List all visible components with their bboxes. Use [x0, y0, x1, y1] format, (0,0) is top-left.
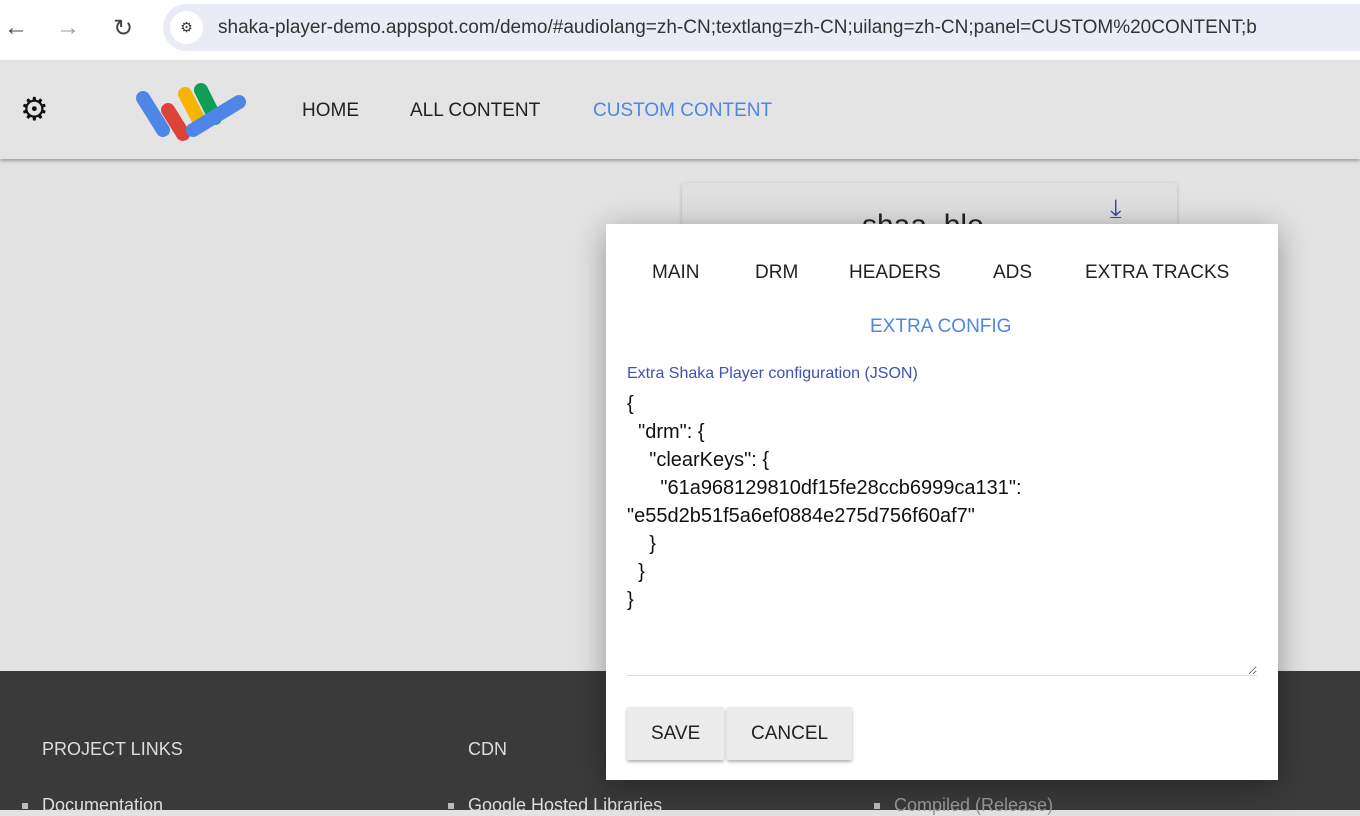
tab-main[interactable]: MAIN	[652, 262, 700, 284]
tab-extra-tracks[interactable]: EXTRA TRACKS	[1085, 262, 1229, 284]
tab-extra-config[interactable]: EXTRA CONFIG	[870, 316, 1011, 338]
tab-headers[interactable]: HEADERS	[849, 262, 941, 284]
footer-heading: CDN	[468, 739, 507, 759]
tab-custom-content[interactable]: CUSTOM CONTENT	[593, 100, 772, 122]
tab-ads[interactable]: ADS	[993, 262, 1032, 284]
tab-all-content[interactable]: ALL CONTENT	[410, 100, 540, 122]
browser-toolbar: ← → ↻ ⚙ shaka-player-demo.appspot.com/de…	[0, 0, 1360, 60]
reload-icon[interactable]: ↻	[109, 14, 137, 43]
download-icon[interactable]: ⤓	[1110, 193, 1122, 225]
footer-link[interactable]: Compiled (Release)	[874, 795, 1053, 816]
site-settings-icon[interactable]: ⚙	[170, 11, 203, 44]
forward-icon[interactable]: →	[54, 14, 82, 42]
footer-link[interactable]: Documentation	[22, 795, 163, 816]
gear-icon[interactable]: ⚙	[20, 93, 49, 125]
tab-home[interactable]: HOME	[302, 100, 359, 122]
config-json-input[interactable]	[627, 390, 1257, 676]
footer-heading: PROJECT LINKS	[42, 739, 183, 759]
shaka-logo	[136, 83, 246, 141]
cancel-button[interactable]: CANCEL	[727, 707, 853, 760]
back-icon[interactable]: ←	[2, 14, 30, 42]
address-bar[interactable]: ⚙ shaka-player-demo.appspot.com/demo/#au…	[163, 4, 1360, 51]
app-bar: ⚙ HOME ALL CONTENT CUSTOM CONTENT	[0, 60, 1360, 159]
custom-content-dialog: MAIN DRM HEADERS ADS EXTRA TRACKS EXTRA …	[606, 224, 1278, 780]
url-text[interactable]: shaka-player-demo.appspot.com/demo/#audi…	[218, 17, 1257, 39]
save-button[interactable]: SAVE	[627, 707, 725, 760]
config-field-label: Extra Shaka Player configuration (JSON)	[627, 365, 918, 382]
footer-link[interactable]: Google Hosted Libraries	[448, 795, 662, 816]
tab-drm[interactable]: DRM	[755, 262, 798, 284]
